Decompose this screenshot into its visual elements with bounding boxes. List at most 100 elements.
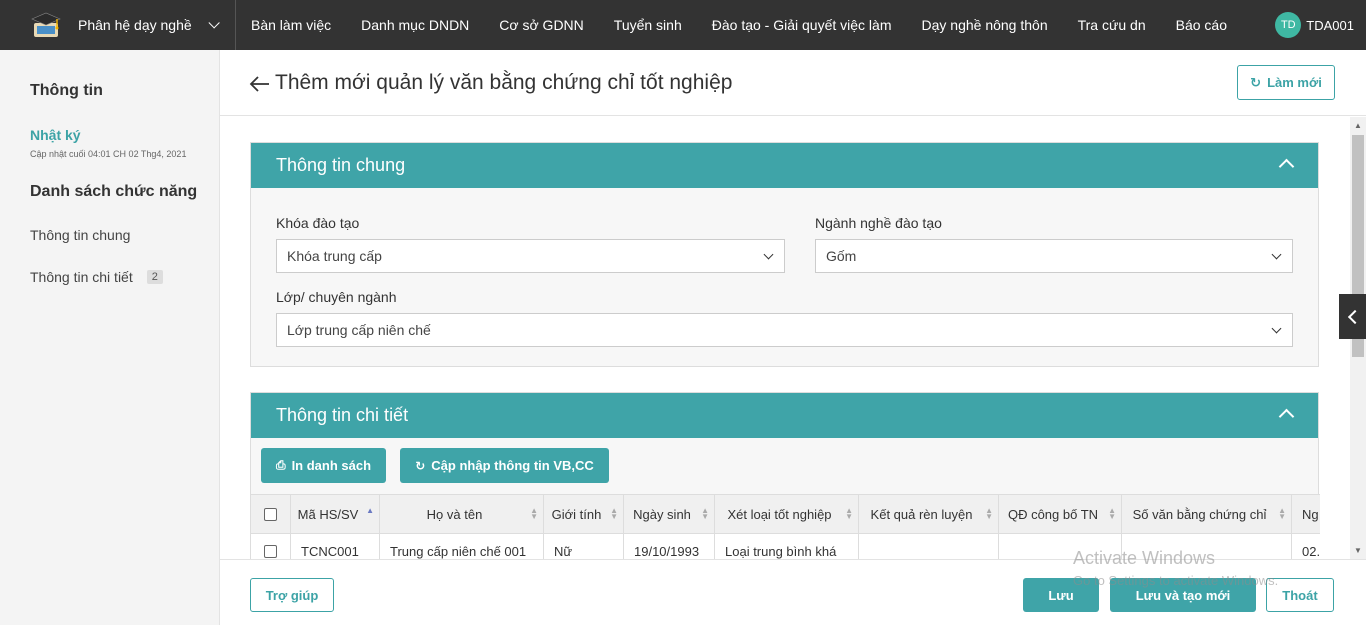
cell-grade: Loại trung bình khá xyxy=(715,534,859,559)
scroll-up-icon[interactable]: ▲ xyxy=(1354,121,1362,130)
footer-bar: Trợ giúp Lưu Lưu và tạo mới Thoát xyxy=(220,559,1366,625)
general-info-header[interactable]: Thông tin chung xyxy=(251,143,1318,188)
col-label: Mã HS/SV xyxy=(297,506,359,522)
class-select[interactable]: Lớp trung cấp niên chế xyxy=(276,313,1293,347)
cell-gender: Nữ xyxy=(544,534,624,559)
cell-decision xyxy=(999,534,1122,559)
save-and-new-button[interactable]: Lưu và tạo mới xyxy=(1110,578,1256,612)
chevron-up-icon[interactable] xyxy=(1278,408,1295,425)
nav-bao-cao[interactable]: Báo cáo xyxy=(1176,17,1227,33)
cell-name: Trung cấp niên chế 001 xyxy=(380,534,544,559)
table-header: Mã HS/SV ▲ Họ và tên ▲ ▼ Giới tính ▲ ▼ Ngà… xyxy=(251,494,1320,534)
major-select[interactable]: Gốm xyxy=(815,239,1293,273)
col-graduation-decision[interactable]: QĐ công bố TN ▲ ▼ xyxy=(999,495,1122,533)
cell-conduct xyxy=(859,534,999,559)
col-label: Ng xyxy=(1302,506,1319,522)
user-menu[interactable]: TD TDA001 xyxy=(1275,12,1354,38)
page-title: Thêm mới quản lý văn bằng chứng chỉ tốt … xyxy=(275,71,733,94)
table-row[interactable]: TCNC001 Trung cấp niên chế 001 Nữ 19/10/… xyxy=(251,534,1320,559)
exit-button[interactable]: Thoát xyxy=(1266,578,1334,612)
sort-icon: ▲ ▼ xyxy=(530,506,538,521)
log-link[interactable]: Nhật ký xyxy=(30,127,219,143)
select-all-cell xyxy=(251,495,291,533)
module-switcher[interactable]: Phân hệ dạy nghề xyxy=(0,0,236,50)
nav-tra-cuu[interactable]: Tra cứu dn xyxy=(1078,17,1146,33)
cell-dob: 19/10/1993 xyxy=(624,534,715,559)
update-label: Cập nhập thông tin VB,CC xyxy=(431,458,594,473)
top-navigation-bar: Phân hệ dạy nghề Bàn làm việc Danh mục D… xyxy=(0,0,1366,50)
general-info-panel: Thông tin chung Khóa đào tạo Khóa trung … xyxy=(250,142,1319,367)
col-dob[interactable]: Ngày sinh ▲ ▼ xyxy=(624,495,715,533)
back-arrow-icon[interactable] xyxy=(248,72,272,96)
count-badge: 2 xyxy=(146,270,163,284)
students-table: Mã HS/SV ▲ Họ và tên ▲ ▼ Giới tính ▲ ▼ Ngà… xyxy=(251,494,1320,559)
avatar: TD xyxy=(1275,12,1302,38)
refresh-icon: ↻ xyxy=(415,458,426,473)
nav-dao-tao[interactable]: Đào tạo - Giải quyết việc làm xyxy=(712,17,892,33)
col-label: Kết quả rèn luyện xyxy=(870,506,973,522)
col-full-name[interactable]: Họ và tên ▲ ▼ xyxy=(380,495,544,533)
sort-icon: ▲ ▼ xyxy=(701,506,709,521)
help-button[interactable]: Trợ giúp xyxy=(250,578,334,612)
scroll-down-icon[interactable]: ▼ xyxy=(1354,546,1362,555)
col-label: Số văn bằng chứng chỉ xyxy=(1132,506,1267,522)
cell-extra: 02. xyxy=(1302,544,1320,559)
class-label: Lớp/ chuyên ngành xyxy=(276,289,397,305)
refresh-label: Làm mới xyxy=(1267,75,1322,90)
course-select[interactable]: Khóa trung cấp xyxy=(276,239,785,273)
detail-info-panel: Thông tin chi tiết ⎙ In danh sách ↻ Cập … xyxy=(250,392,1320,559)
nav-tuyen-sinh[interactable]: Tuyển sinh xyxy=(614,17,682,33)
panel-title: Thông tin chi tiết xyxy=(276,405,409,425)
detail-info-header[interactable]: Thông tin chi tiết xyxy=(251,393,1318,438)
module-label: Phân hệ dạy nghề xyxy=(78,17,192,33)
cell-code: TCNC001 xyxy=(291,534,380,559)
chevron-up-icon[interactable] xyxy=(1278,158,1295,175)
col-label: QĐ công bố TN xyxy=(1007,506,1099,522)
side-panel-toggle[interactable] xyxy=(1339,294,1366,339)
col-truncated[interactable]: Ng xyxy=(1292,495,1320,533)
chevron-down-icon xyxy=(1271,323,1282,334)
update-cert-button[interactable]: ↻ Cập nhập thông tin VB,CC xyxy=(400,448,609,483)
select-all-checkbox[interactable] xyxy=(264,507,277,521)
printer-icon: ⎙ xyxy=(275,458,286,472)
sort-icon: ▲ ▼ xyxy=(610,506,618,521)
row-checkbox[interactable] xyxy=(264,545,277,558)
major-label: Ngành nghề đào tạo xyxy=(815,215,942,231)
chevron-down-icon xyxy=(1271,249,1282,260)
major-value: Gốm xyxy=(826,248,857,264)
col-label: Giới tính xyxy=(551,506,602,522)
page-header: Thêm mới quản lý văn bằng chứng chỉ tốt … xyxy=(220,50,1366,116)
nav-co-so-gdnn[interactable]: Cơ sở GDNN xyxy=(499,17,583,33)
course-value: Khóa trung cấp xyxy=(287,248,382,264)
row-select-cell xyxy=(251,534,291,559)
col-label: Ngày sinh xyxy=(633,506,691,522)
chevron-down-icon xyxy=(208,17,220,29)
username: TDA001 xyxy=(1306,17,1354,33)
col-gender[interactable]: Giới tính ▲ ▼ xyxy=(544,495,624,533)
sort-icon: ▲ ▼ xyxy=(1278,506,1286,521)
left-sidebar: Thông tin Nhật ký Cập nhật cuối 04:01 CH… xyxy=(0,50,220,625)
nav-danh-muc-dndn[interactable]: Danh mục DNDN xyxy=(361,17,469,33)
graduation-cap-logo-icon xyxy=(30,9,62,41)
cell-cert-no xyxy=(1122,534,1292,559)
nav-day-nghe-nong-thon[interactable]: Dạy nghề nông thôn xyxy=(922,17,1048,33)
refresh-button[interactable]: ↻ Làm mới xyxy=(1237,65,1335,100)
main-content: Thông tin chung Khóa đào tạo Khóa trung … xyxy=(220,117,1350,559)
course-label: Khóa đào tạo xyxy=(276,215,360,231)
col-label: Họ và tên xyxy=(426,506,483,522)
class-value: Lớp trung cấp niên chế xyxy=(287,322,431,338)
sort-icon: ▲ ▼ xyxy=(985,506,993,521)
sidebar-item-general-info[interactable]: Thông tin chung xyxy=(30,227,219,243)
nav-ban-lam-viec[interactable]: Bàn làm việc xyxy=(251,17,331,33)
refresh-icon: ↻ xyxy=(1250,74,1262,90)
sidebar-item-detail-info[interactable]: Thông tin chi tiết 2 xyxy=(30,269,219,285)
print-list-button[interactable]: ⎙ In danh sách xyxy=(261,448,386,483)
info-heading: Thông tin xyxy=(30,82,103,99)
main-nav: Bàn làm việc Danh mục DNDN Cơ sở GDNN Tu… xyxy=(236,0,1257,50)
col-student-code[interactable]: Mã HS/SV ▲ xyxy=(291,495,380,533)
col-conduct-result[interactable]: Kết quả rèn luyện ▲ ▼ xyxy=(859,495,999,533)
col-graduation-grade[interactable]: Xét loại tốt nghiệp ▲ ▼ xyxy=(715,495,859,533)
print-label: In danh sách xyxy=(291,458,372,473)
save-button[interactable]: Lưu xyxy=(1023,578,1099,612)
col-certificate-number[interactable]: Số văn bằng chứng chỉ ▲ ▼ xyxy=(1122,495,1292,533)
